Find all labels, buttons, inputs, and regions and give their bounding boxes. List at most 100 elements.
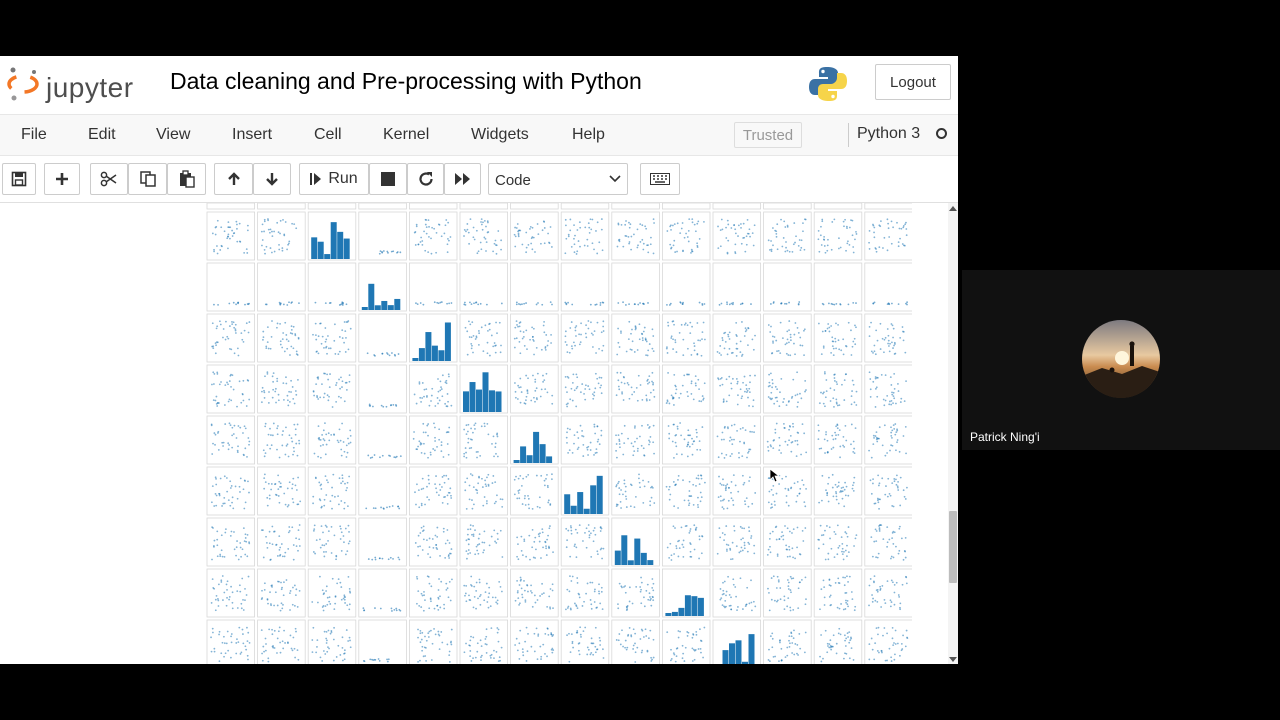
scatter-point — [325, 585, 328, 588]
menu-help[interactable]: Help — [572, 126, 605, 144]
scatter-point — [841, 490, 844, 493]
logout-button[interactable]: Logout — [875, 64, 951, 100]
scatter-point — [492, 250, 494, 253]
menu-file[interactable]: File — [21, 126, 47, 144]
scatter-point — [874, 599, 877, 602]
scatter-point — [469, 552, 472, 554]
menu-cell[interactable]: Cell — [314, 126, 342, 144]
scatter-point — [465, 584, 468, 587]
scatter-point — [791, 642, 794, 644]
scatter-point — [786, 555, 789, 558]
scatter-point — [570, 529, 573, 532]
matrix-cell — [611, 619, 660, 664]
save-button[interactable] — [2, 163, 36, 195]
scatter-point — [796, 494, 799, 497]
scatter-point — [499, 498, 502, 501]
scatter-point — [580, 322, 582, 325]
restart-button[interactable] — [407, 163, 444, 195]
scatter-point — [874, 642, 877, 645]
copy-button[interactable] — [128, 163, 167, 195]
scroll-down-icon[interactable] — [949, 657, 957, 663]
restart-run-all-button[interactable] — [444, 163, 481, 195]
scatter-point — [733, 525, 735, 528]
scatter-point — [569, 327, 572, 329]
scatter-point — [890, 656, 893, 659]
scatter-point — [543, 379, 546, 382]
scatter-point — [897, 303, 900, 305]
scatter-point — [568, 660, 571, 663]
menu-edit[interactable]: Edit — [88, 126, 116, 144]
histogram-bar — [684, 595, 691, 616]
scatter-point — [748, 480, 751, 482]
paste-button[interactable] — [167, 163, 206, 195]
scatter-point — [588, 530, 590, 533]
cut-button[interactable] — [90, 163, 128, 195]
move-up-button[interactable] — [214, 163, 253, 195]
scatter-point — [848, 631, 851, 634]
menu-kernel[interactable]: Kernel — [383, 126, 429, 144]
kernel-name[interactable]: Python 3 — [857, 125, 920, 143]
scatter-point — [325, 526, 328, 528]
scatter-point — [497, 660, 500, 663]
scatter-point — [322, 438, 325, 440]
matrix-cell — [257, 211, 306, 261]
scatter-point — [647, 302, 649, 304]
menu-insert[interactable]: Insert — [232, 126, 272, 144]
scatter-point — [598, 443, 601, 446]
notebook-scrollbar[interactable] — [948, 203, 958, 664]
notebook-title[interactable]: Data cleaning and Pre-processing with Py… — [170, 68, 642, 95]
cell-type-select[interactable]: Code — [488, 163, 628, 195]
scroll-up-icon[interactable] — [949, 205, 957, 211]
scatter-point — [633, 351, 636, 353]
scatter-point — [624, 585, 627, 587]
scatter-point — [584, 384, 587, 387]
participant-avatar[interactable] — [1082, 320, 1160, 398]
insert-cell-button[interactable] — [44, 163, 80, 195]
menu-view[interactable]: View — [156, 126, 190, 144]
scatter-point — [886, 249, 889, 252]
notebook-area[interactable] — [0, 202, 958, 664]
move-down-button[interactable] — [253, 163, 291, 195]
scatter-point — [688, 480, 691, 483]
mouse-cursor-icon — [770, 469, 780, 483]
jupyter-logo[interactable]: jupyter — [6, 64, 146, 104]
scatter-point — [531, 326, 534, 329]
scatter-point — [895, 402, 897, 405]
run-button[interactable]: Run — [299, 163, 369, 195]
scatter-point — [679, 422, 682, 424]
scatter-point — [261, 597, 264, 599]
scatter-point — [239, 546, 242, 549]
scatter-point — [702, 398, 705, 401]
scatter-point — [281, 607, 284, 610]
scatter-point — [422, 303, 425, 306]
scatter-point — [719, 384, 722, 387]
scatter-point — [543, 484, 546, 487]
scatter-point — [831, 221, 834, 223]
scatter-point — [792, 378, 795, 381]
scatter-point — [261, 390, 263, 393]
scatter-point — [844, 652, 846, 655]
trusted-indicator[interactable]: Trusted — [734, 122, 802, 148]
scatter-point — [792, 425, 795, 428]
command-palette-button[interactable] — [640, 163, 680, 195]
scatter-point — [722, 398, 725, 401]
scatter-point — [872, 478, 874, 481]
scatter-point — [892, 424, 895, 426]
scatter-point — [346, 604, 349, 607]
scatter-point — [365, 507, 368, 510]
scroll-thumb[interactable] — [949, 511, 957, 583]
scatter-point — [514, 390, 517, 393]
scatter-point — [651, 347, 654, 350]
scatter-point — [432, 546, 435, 549]
scatter-point — [279, 546, 282, 549]
scatter-point — [682, 652, 685, 655]
scatter-point — [869, 388, 872, 391]
menu-widgets[interactable]: Widgets — [471, 126, 529, 144]
scatter-point — [725, 484, 727, 487]
interrupt-button[interactable] — [369, 163, 407, 195]
scatter-point — [216, 252, 219, 255]
scatter-point — [677, 474, 680, 477]
matrix-cell — [560, 415, 610, 465]
scatter-point — [619, 371, 622, 374]
scatter-point — [774, 504, 776, 506]
